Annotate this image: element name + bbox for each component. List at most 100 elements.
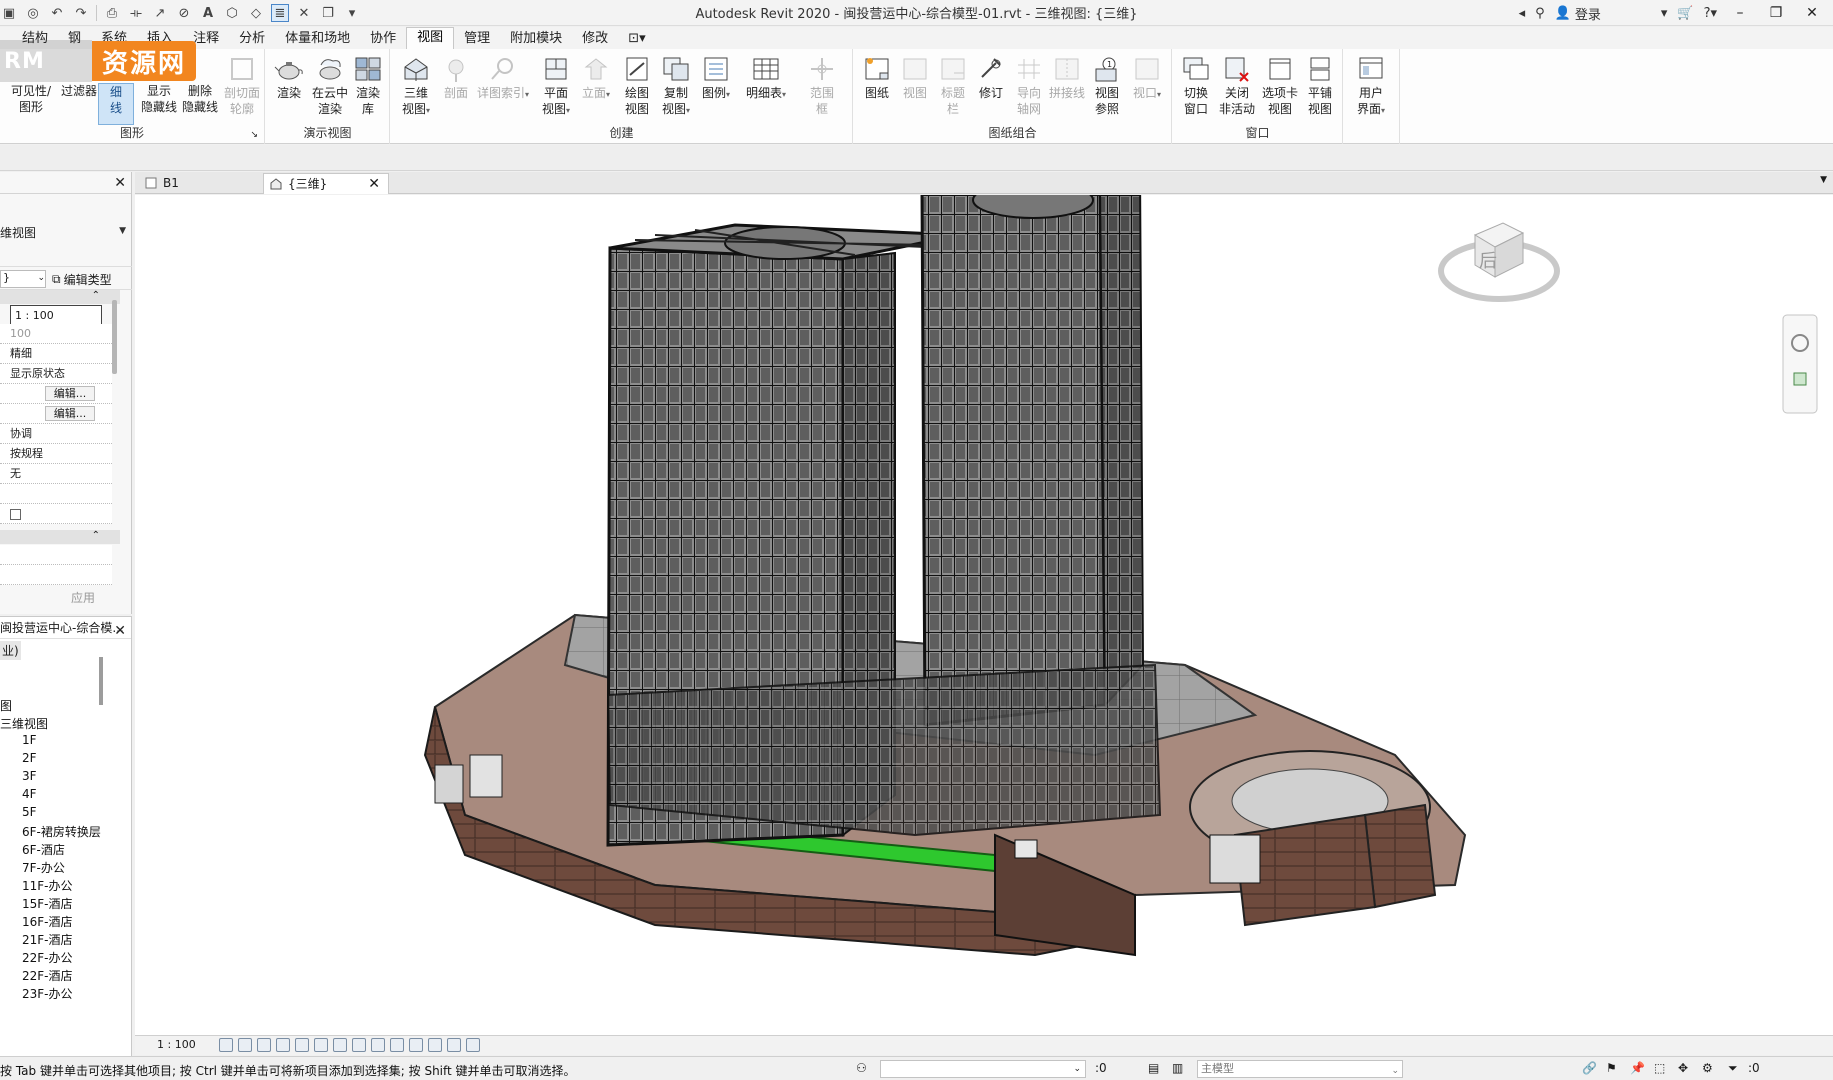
view-tab-b1[interactable]: B1 bbox=[139, 173, 247, 194]
vg-edit-button[interactable]: 编辑... bbox=[44, 386, 96, 401]
switch-windows-button[interactable]: 切换 窗口 bbox=[1175, 55, 1217, 117]
3d-view-icon[interactable]: ⬡ bbox=[223, 4, 241, 22]
select-by-face-icon[interactable]: ⬚ bbox=[1654, 1061, 1665, 1075]
help-icon[interactable]: ?▾ bbox=[1704, 3, 1717, 23]
user-interface-button[interactable]: 用户 界面▾ bbox=[1350, 55, 1392, 119]
tree-item-21f-hotel[interactable]: 21F-酒店 bbox=[22, 931, 73, 948]
remove-hidden-lines-button[interactable]: 删除 隐藏线 bbox=[178, 83, 222, 115]
tree-item-6f-hotel[interactable]: 6F-酒店 bbox=[22, 841, 65, 858]
tree-item-4f[interactable]: 4F bbox=[22, 787, 37, 801]
render-gallery-button[interactable]: 渲染 库 bbox=[350, 55, 386, 117]
tree-item-3f[interactable]: 3F bbox=[22, 769, 37, 783]
cart-icon[interactable]: 🛒 bbox=[1677, 3, 1693, 23]
worksets-icon[interactable]: ⚇ bbox=[856, 1061, 867, 1075]
tab-modify[interactable]: 修改 bbox=[572, 29, 618, 49]
filters-button[interactable]: 过滤器 bbox=[58, 83, 100, 99]
worksharing-display-icon[interactable] bbox=[409, 1038, 423, 1052]
apply-button[interactable]: 应用 bbox=[71, 589, 95, 606]
graphic-display-edit-button[interactable]: 编辑... bbox=[44, 406, 96, 421]
matchline-button[interactable]: 拼接线 bbox=[1046, 55, 1088, 101]
select-links-icon[interactable]: 🔗 bbox=[1582, 1061, 1597, 1075]
reveal-hidden-icon[interactable] bbox=[390, 1038, 404, 1052]
switch-windows-icon[interactable]: ❐ bbox=[319, 4, 337, 22]
select-underlay-icon[interactable]: ⚑ bbox=[1606, 1061, 1617, 1075]
tree-item-22f-hotel[interactable]: 22F-酒店 bbox=[22, 967, 73, 984]
scope-box-button[interactable]: 范围 框 bbox=[801, 55, 843, 117]
tab-views-button[interactable]: 选项卡 视图 bbox=[1259, 55, 1301, 117]
render-in-cloud-button[interactable]: 在云中 渲染 bbox=[308, 55, 352, 117]
tree-item-23f-office[interactable]: 23F-办公 bbox=[22, 985, 73, 1002]
viewports-button[interactable]: 视口▾ bbox=[1126, 55, 1168, 103]
hide-analytical-icon[interactable] bbox=[447, 1038, 461, 1052]
redo-icon[interactable]: ↷ bbox=[72, 4, 90, 22]
callout-button[interactable]: 详图索引▾ bbox=[475, 55, 531, 103]
section-icon[interactable]: ◇ bbox=[247, 4, 265, 22]
render-button[interactable]: 渲染 bbox=[268, 55, 310, 101]
3d-view-button[interactable]: 三维 视图▾ bbox=[395, 55, 437, 119]
cut-profile-button[interactable]: 剖切面 轮廓 bbox=[220, 55, 264, 117]
thin-lines-icon[interactable]: ≣ bbox=[271, 4, 289, 22]
detail-level-field[interactable]: 精细 bbox=[0, 344, 112, 364]
tree-item-1f[interactable]: 1F bbox=[22, 733, 37, 747]
crop-view-icon[interactable] bbox=[314, 1038, 328, 1052]
temporary-hide-icon[interactable] bbox=[371, 1038, 385, 1052]
filter-icon[interactable]: ⏷ bbox=[1728, 1061, 1738, 1076]
section-button[interactable]: 剖面 bbox=[435, 55, 477, 101]
properties-close-icon[interactable]: ✕ bbox=[114, 175, 126, 191]
tree-item-22f-office[interactable]: 22F-办公 bbox=[22, 949, 73, 966]
sync-icon[interactable]: ◎ bbox=[24, 4, 42, 22]
title-block-button[interactable]: 标题 栏 bbox=[932, 55, 974, 117]
print-icon[interactable]: ⎙ bbox=[103, 4, 121, 22]
login-dropdown-icon[interactable]: ▾ bbox=[1661, 3, 1668, 23]
main-model-dropdown[interactable]: 主模型 ⌄ bbox=[1197, 1060, 1403, 1078]
drawing-area[interactable]: 后 bbox=[135, 195, 1833, 1035]
tree-item-7f-office[interactable]: 7F-办公 bbox=[22, 859, 65, 876]
project-browser-scrollbar[interactable] bbox=[99, 657, 103, 705]
thin-lines-button[interactable]: 细 线 bbox=[98, 83, 134, 125]
measure-icon[interactable]: ⟛ bbox=[127, 4, 145, 22]
tree-item-15f-hotel[interactable]: 15F-酒店 bbox=[22, 895, 73, 912]
tree-item-2f[interactable]: 2F bbox=[22, 751, 37, 765]
elevation-button[interactable]: 立面▾ bbox=[575, 55, 617, 103]
dialog-launcher-icon[interactable]: ↘ bbox=[250, 130, 258, 140]
extents-section-header[interactable]: ⌃ bbox=[0, 530, 120, 544]
type-selector[interactable]: 维视图 ▼ bbox=[0, 212, 132, 252]
tree-group-3d-views[interactable]: 三维视图 bbox=[0, 715, 48, 732]
graphics-section-header[interactable]: ⌃ bbox=[0, 290, 120, 304]
project-browser-close-icon[interactable]: ✕ bbox=[114, 620, 126, 642]
browser-view-filter[interactable]: 业) bbox=[0, 641, 21, 660]
drafting-view-button[interactable]: 绘图 视图 bbox=[616, 55, 658, 117]
vg-overrides-field[interactable]: 编辑... bbox=[0, 384, 112, 404]
place-view-button[interactable]: 视图 bbox=[894, 55, 936, 101]
visibility-graphics-button[interactable]: 可见性/ 图形 bbox=[8, 83, 54, 115]
tab-view[interactable]: 视图 bbox=[406, 27, 455, 49]
close-hidden-icon[interactable]: ✕ bbox=[295, 4, 313, 22]
select-pinned-icon[interactable]: 📌 bbox=[1630, 1061, 1645, 1075]
aligned-dimension-icon[interactable]: ↗ bbox=[151, 4, 169, 22]
tab-addins[interactable]: 附加模块 bbox=[500, 29, 572, 49]
tab-manage[interactable]: 管理 bbox=[454, 29, 500, 49]
restore-icon[interactable]: ❐ bbox=[1763, 3, 1789, 23]
guide-grid-button[interactable]: 导向 轴网 bbox=[1008, 55, 1050, 117]
instance-filter-dropdown[interactable]: } ⌄ bbox=[0, 270, 46, 288]
parts-visibility-field[interactable]: 显示原状态 bbox=[0, 364, 112, 384]
view-tab-3d[interactable]: {三维} ✕ bbox=[263, 173, 389, 194]
background-processes-icon[interactable]: ⚙ bbox=[1702, 1061, 1713, 1075]
sun-path-icon[interactable] bbox=[257, 1038, 271, 1052]
drag-elements-icon[interactable]: ✥ bbox=[1678, 1061, 1688, 1075]
revisions-button[interactable]: 修订 bbox=[970, 55, 1012, 101]
graphic-display-field[interactable]: 编辑... bbox=[0, 404, 112, 424]
text-icon[interactable]: A bbox=[199, 4, 217, 22]
plan-view-button[interactable]: 平面 视图▾ bbox=[535, 55, 577, 119]
schedules-button[interactable]: 明细表▾ bbox=[741, 55, 791, 103]
highlight-displacement-icon[interactable] bbox=[466, 1038, 480, 1052]
tile-views-button[interactable]: 平铺 视图 bbox=[1299, 55, 1341, 117]
exclude-options-icon[interactable]: ▥ bbox=[1172, 1061, 1183, 1075]
duplicate-view-button[interactable]: 复制 视图▾ bbox=[655, 55, 697, 119]
sheet-button[interactable]: 图纸 bbox=[856, 55, 898, 101]
close-icon[interactable]: ✕ bbox=[368, 174, 380, 194]
tree-item-11f-office[interactable]: 11F-办公 bbox=[22, 877, 73, 894]
close-icon[interactable]: ✕ bbox=[1799, 3, 1825, 23]
discipline-field[interactable]: 协调 bbox=[0, 424, 112, 444]
view-scale-field[interactable]: 1 : 100 bbox=[10, 305, 102, 325]
